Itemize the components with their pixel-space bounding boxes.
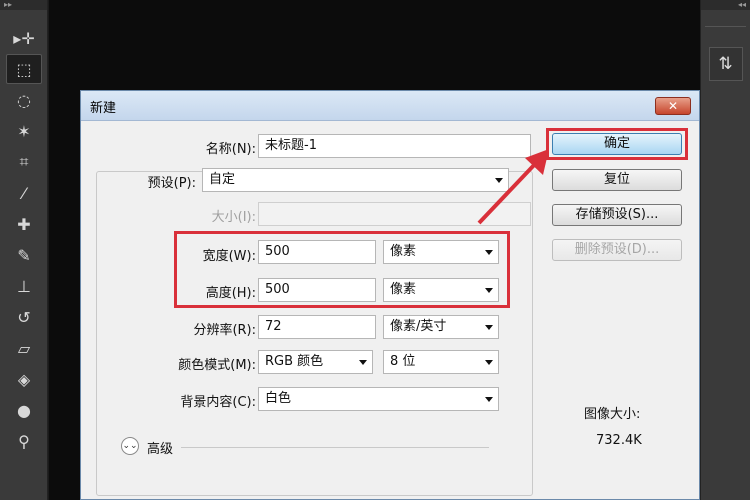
expand-advanced-icon[interactable]: ⌄⌄ [121,437,139,455]
preset-select[interactable]: 自定 [202,168,509,192]
resolution-label: 分辨率(R): [193,323,256,338]
new-document-dialog: 新建 ✕ 名称(N): 未标题-1 预设(P): 自定 大小(I): 宽度(W)… [80,90,700,500]
history-panel-icon[interactable]: ⇅ [708,47,743,81]
lasso-icon[interactable]: ◌ [6,85,42,115]
color-mode-label: 颜色模式(M): [178,358,256,373]
eraser-icon[interactable]: ▱ [6,333,42,363]
dialog-titlebar: 新建 ✕ [81,91,699,121]
dimensions-highlight [174,231,510,308]
background-label: 背景内容(C): [180,395,256,410]
chevron-down-icon [485,360,493,365]
collapse-tools-icon[interactable]: ▸▸ [0,0,47,10]
name-label: 名称(N): [205,142,256,157]
image-size-value: 732.4K [596,433,642,448]
dialog-title: 新建 [90,101,117,116]
resolution-unit-value: 像素/英寸 [390,319,447,334]
crop-icon[interactable]: ⌗ [6,147,42,177]
color-mode-value: RGB 颜色 [265,354,324,369]
marquee-icon[interactable]: ⬚ [6,54,42,84]
resolution-input[interactable]: 72 [258,315,376,339]
image-size-label: 图像大小: [584,407,641,422]
clone-stamp-icon[interactable]: ⊥ [6,271,42,301]
background-value: 白色 [265,391,292,406]
advanced-label: 高级 [147,442,174,457]
healing-brush-icon[interactable]: ✚ [6,209,42,239]
eyedropper-icon[interactable]: ⁄ [6,178,42,208]
blur-icon[interactable]: ● [6,395,42,425]
bit-depth-value: 8 位 [390,354,416,369]
size-label: 大小(I): [211,210,256,225]
preset-label: 预设(P): [147,176,196,191]
preset-value: 自定 [209,172,236,187]
brush-icon[interactable]: ✎ [6,240,42,270]
move-icon[interactable]: ▸✛ [6,23,42,53]
name-field[interactable]: 未标题-1 [258,134,531,158]
color-mode-select[interactable]: RGB 颜色 [258,350,373,374]
dodge-icon[interactable]: ⚲ [6,426,42,456]
paint-bucket-icon[interactable]: ◈ [6,364,42,394]
delete-preset-button: 删除预设(D)... [552,239,682,261]
bit-depth-select[interactable]: 8 位 [383,350,499,374]
advanced-divider [181,447,489,448]
save-preset-button[interactable]: 存储预设(S)... [552,204,682,226]
size-select [258,202,531,226]
collapse-panels-icon[interactable]: ◂◂ [701,0,750,10]
tools-panel: ▸▸ ▸✛ ⬚ ◌ ✶ ⌗ ⁄ ✚ ✎ ⊥ ↺ ▱ ◈ ● ⚲ [0,0,48,500]
magic-wand-icon[interactable]: ✶ [6,116,42,146]
chevron-down-icon [485,397,493,402]
chevron-down-icon [485,325,493,330]
history-brush-icon[interactable]: ↺ [6,302,42,332]
reset-button[interactable]: 复位 [552,169,682,191]
background-select[interactable]: 白色 [258,387,499,411]
resolution-unit-select[interactable]: 像素/英寸 [383,315,499,339]
chevron-down-icon [495,178,503,183]
chevron-down-icon [359,360,367,365]
close-button[interactable]: ✕ [655,97,691,115]
ok-button[interactable]: 确定 [552,133,682,155]
panel-dock: ◂◂ ⇅ [700,0,750,500]
